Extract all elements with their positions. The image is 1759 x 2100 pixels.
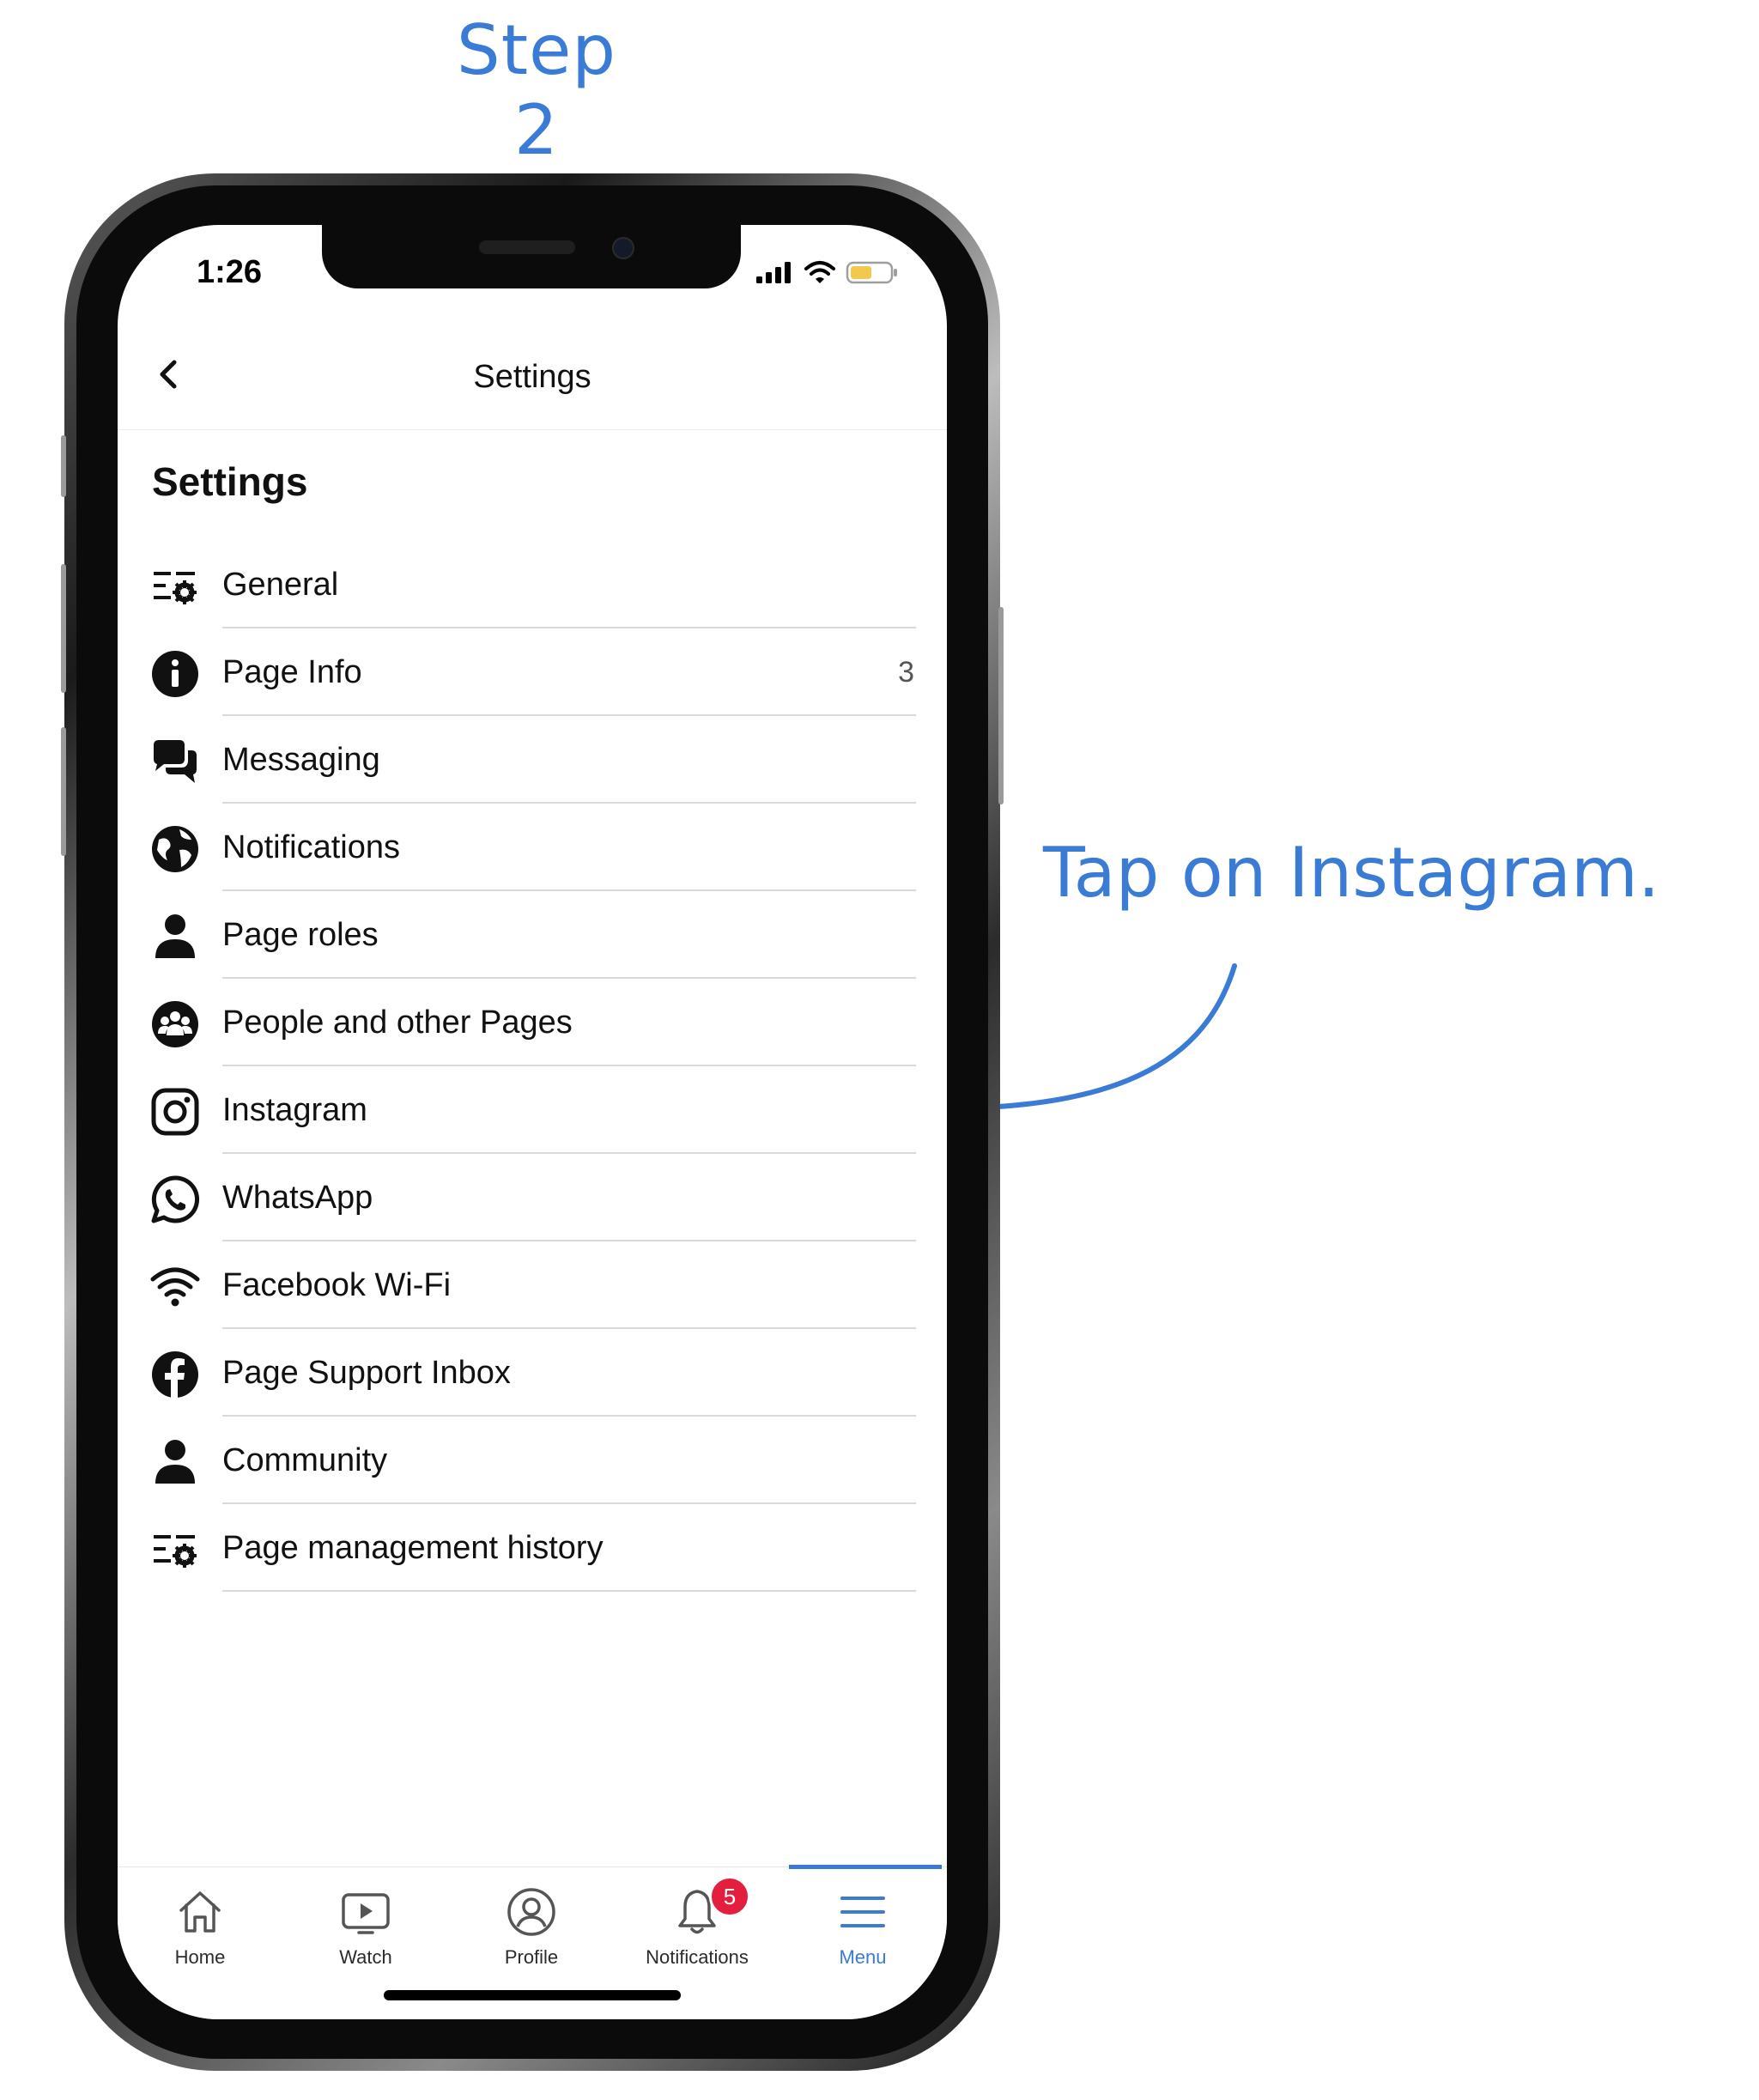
tab-watch[interactable]: Watch <box>283 1867 448 1970</box>
step-title: Step 2 <box>456 10 617 170</box>
status-time: 1:26 <box>197 254 263 290</box>
divider <box>222 1590 916 1592</box>
phone-power-button <box>998 607 1004 804</box>
whatsapp-icon <box>150 1174 200 1224</box>
settings-list-icon <box>150 1525 200 1575</box>
person-icon <box>150 912 200 962</box>
hamburger-menu-icon <box>840 1897 885 1927</box>
settings-item-messaging[interactable]: Messaging <box>118 716 947 804</box>
settings-item-community[interactable]: Community <box>118 1417 947 1504</box>
navigation-bar: Settings <box>118 318 947 430</box>
home-indicator[interactable] <box>384 1990 681 2000</box>
phone-screen: 1:26 Settings Settings General Page Info… <box>118 225 947 2019</box>
video-play-icon <box>342 1893 390 1934</box>
settings-item-label: Facebook Wi-Fi <box>222 1267 452 1303</box>
settings-list-icon <box>150 561 200 611</box>
tab-label: Profile <box>504 1946 559 1968</box>
settings-item-label: Messaging <box>222 742 380 778</box>
tab-notifications[interactable]: 5 Notifications <box>615 1867 779 1970</box>
home-icon <box>179 1891 221 1933</box>
annotation-instruction: Tap on Instagram. <box>1043 833 1660 913</box>
facebook-icon <box>150 1350 200 1399</box>
tab-home[interactable]: Home <box>118 1867 282 1970</box>
notification-badge: 5 <box>709 1876 750 1917</box>
settings-item-label: Notifications <box>222 829 400 865</box>
wifi-icon <box>150 1262 200 1312</box>
settings-item-people-and-other-pages[interactable]: People and other Pages <box>118 979 947 1066</box>
settings-item-facebook-wifi[interactable]: Facebook Wi-Fi <box>118 1241 947 1329</box>
notch <box>322 225 741 288</box>
tab-label: Home <box>174 1946 226 1968</box>
settings-item-label: Page roles <box>222 917 379 953</box>
settings-item-label: Page Support Inbox <box>222 1355 511 1391</box>
instagram-icon <box>150 1087 200 1137</box>
person-icon <box>150 1437 200 1487</box>
settings-item-whatsapp[interactable]: WhatsApp <box>118 1154 947 1241</box>
phone-volume-up <box>61 564 66 693</box>
settings-list: General Page Info 3 Messaging Notificati… <box>118 541 947 1592</box>
settings-item-general[interactable]: General <box>118 541 947 628</box>
info-icon <box>150 649 200 699</box>
chat-bubbles-icon <box>150 737 200 786</box>
item-count: 3 <box>898 656 914 689</box>
cellular-signal-icon <box>756 262 791 283</box>
settings-item-label: Instagram <box>222 1092 367 1128</box>
phone-volume-down <box>61 727 66 856</box>
tab-label: Watch <box>339 1946 392 1968</box>
settings-item-page-info[interactable]: Page Info 3 <box>118 628 947 716</box>
settings-item-label: Community <box>222 1442 388 1478</box>
settings-item-page-management-history[interactable]: Page management history <box>118 1504 947 1592</box>
profile-icon <box>507 1888 555 1936</box>
front-camera <box>612 237 634 259</box>
section-heading: Settings <box>152 459 308 504</box>
settings-item-label: People and other Pages <box>222 1004 573 1041</box>
phone-silent-switch <box>61 435 66 497</box>
settings-item-page-roles[interactable]: Page roles <box>118 891 947 979</box>
phone-frame: 1:26 Settings Settings General Page Info… <box>61 173 1004 2071</box>
settings-item-label: WhatsApp <box>222 1180 373 1216</box>
tab-label: Notifications <box>646 1946 749 1968</box>
wifi-status-icon <box>804 261 835 283</box>
settings-item-notifications[interactable]: Notifications <box>118 804 947 891</box>
speaker-grille <box>479 240 575 254</box>
group-icon <box>150 999 200 1049</box>
settings-item-label: Page management history <box>222 1530 604 1566</box>
tab-label: Menu <box>839 1946 887 1968</box>
settings-item-label: Page Info <box>222 654 362 690</box>
tab-profile[interactable]: Profile <box>449 1867 614 1970</box>
globe-icon <box>150 824 200 874</box>
settings-item-label: General <box>222 567 339 603</box>
tab-menu[interactable]: Menu <box>780 1867 945 1970</box>
settings-item-instagram[interactable]: Instagram <box>118 1066 947 1154</box>
page-title: Settings <box>473 359 591 395</box>
battery-icon <box>846 261 897 284</box>
settings-item-page-support-inbox[interactable]: Page Support Inbox <box>118 1329 947 1417</box>
